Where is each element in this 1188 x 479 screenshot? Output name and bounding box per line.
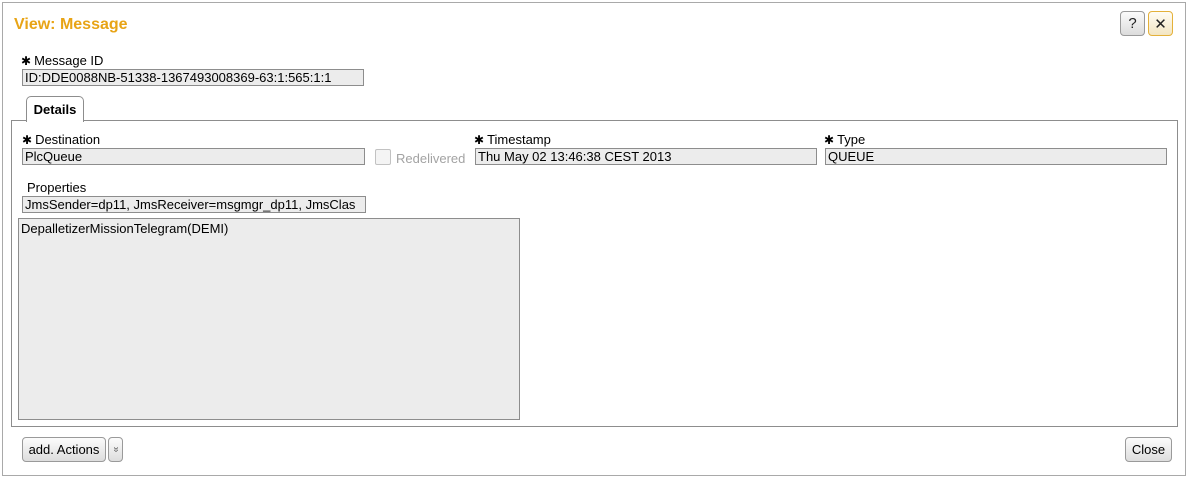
required-icon: ✱	[824, 133, 835, 147]
tab-details[interactable]: Details	[26, 96, 84, 122]
required-icon: ✱	[474, 133, 485, 147]
destination-label: ✱ Destination	[22, 132, 101, 147]
type-label: ✱ Type	[824, 132, 866, 147]
timestamp-label: ✱ Timestamp	[474, 132, 551, 147]
close-dialog-button[interactable]: ✕	[1148, 11, 1173, 36]
help-button[interactable]: ?	[1120, 11, 1145, 36]
add-actions-button[interactable]: add. Actions	[22, 437, 106, 462]
redelivered-checkbox[interactable]	[375, 149, 391, 165]
close-icon: ✕	[1154, 15, 1167, 33]
actions-dropdown-button[interactable]: »	[108, 437, 123, 462]
destination-field[interactable]: PlcQueue	[22, 148, 365, 165]
dialog-title: View: Message	[14, 16, 128, 33]
message-id-field[interactable]: ID:DDE0088NB-51338-1367493008369-63:1:56…	[22, 69, 364, 86]
properties-label: Properties	[27, 180, 87, 195]
required-icon: ✱	[21, 54, 32, 68]
redelivered-label: Redelivered	[396, 151, 466, 166]
timestamp-field[interactable]: Thu May 02 13:46:38 CEST 2013	[475, 148, 817, 165]
required-icon: ✱	[22, 133, 33, 147]
message-body-textarea[interactable]: DepalletizerMissionTelegram(DEMI)	[18, 218, 520, 420]
help-icon: ?	[1128, 15, 1137, 32]
type-field[interactable]: QUEUE	[825, 148, 1167, 165]
chevron-down-icon: »	[110, 446, 121, 453]
message-id-label: ✱ Message ID	[21, 53, 104, 68]
properties-field[interactable]: JmsSender=dp11, JmsReceiver=msgmgr_dp11,…	[22, 196, 366, 213]
close-button[interactable]: Close	[1125, 437, 1172, 462]
